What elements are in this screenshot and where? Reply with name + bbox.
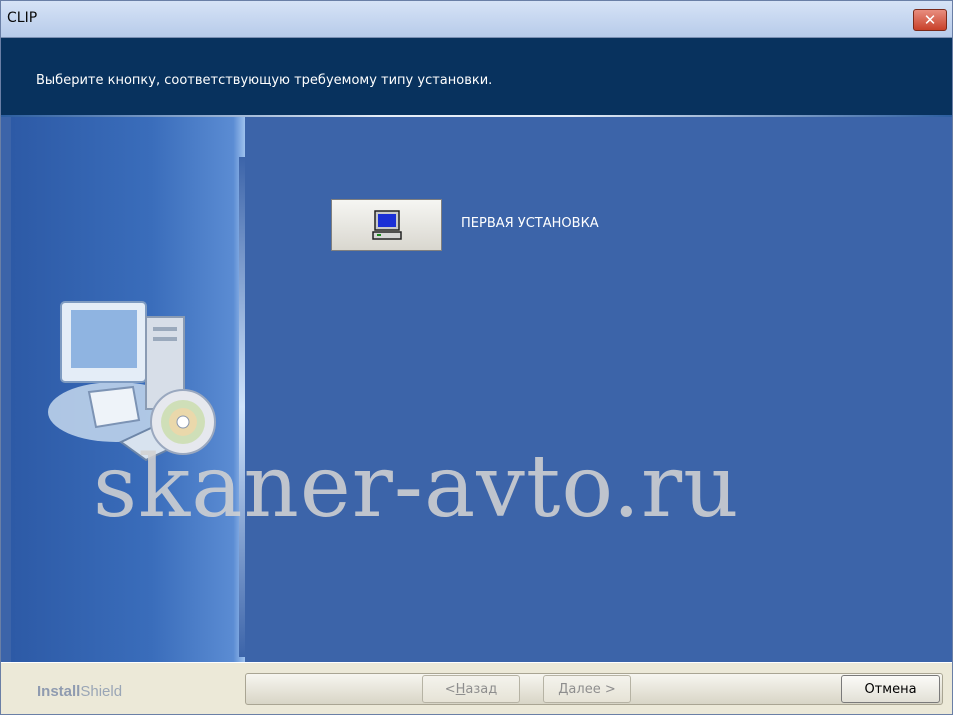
first-install-button[interactable] bbox=[331, 199, 442, 251]
title-bar[interactable]: CLIP ✕ bbox=[1, 1, 952, 38]
instruction-text: Выберите кнопку, соответствующую требуем… bbox=[36, 73, 493, 88]
cancel-button[interactable]: Отмена bbox=[841, 675, 940, 703]
instruction-header: Выберите кнопку, соответствующую требуем… bbox=[1, 38, 952, 115]
next-button[interactable]: Далее > bbox=[543, 675, 631, 703]
first-install-label: ПЕРВАЯ УСТАНОВКА bbox=[461, 216, 599, 231]
watermark-text: skaner-avto.ru bbox=[93, 437, 740, 537]
installshield-logo: InstallShield bbox=[37, 683, 123, 700]
back-button[interactable]: < Назад bbox=[422, 675, 520, 703]
close-icon: ✕ bbox=[923, 10, 937, 29]
panel-glow-divider bbox=[239, 157, 245, 657]
computer-icon bbox=[371, 210, 402, 240]
close-button[interactable]: ✕ bbox=[913, 9, 947, 31]
content-area: skaner-avto.ru bbox=[1, 117, 952, 662]
installer-window: CLIP ✕ Выберите кнопку, соответствующую … bbox=[0, 0, 953, 715]
window-title: CLIP bbox=[7, 10, 38, 26]
